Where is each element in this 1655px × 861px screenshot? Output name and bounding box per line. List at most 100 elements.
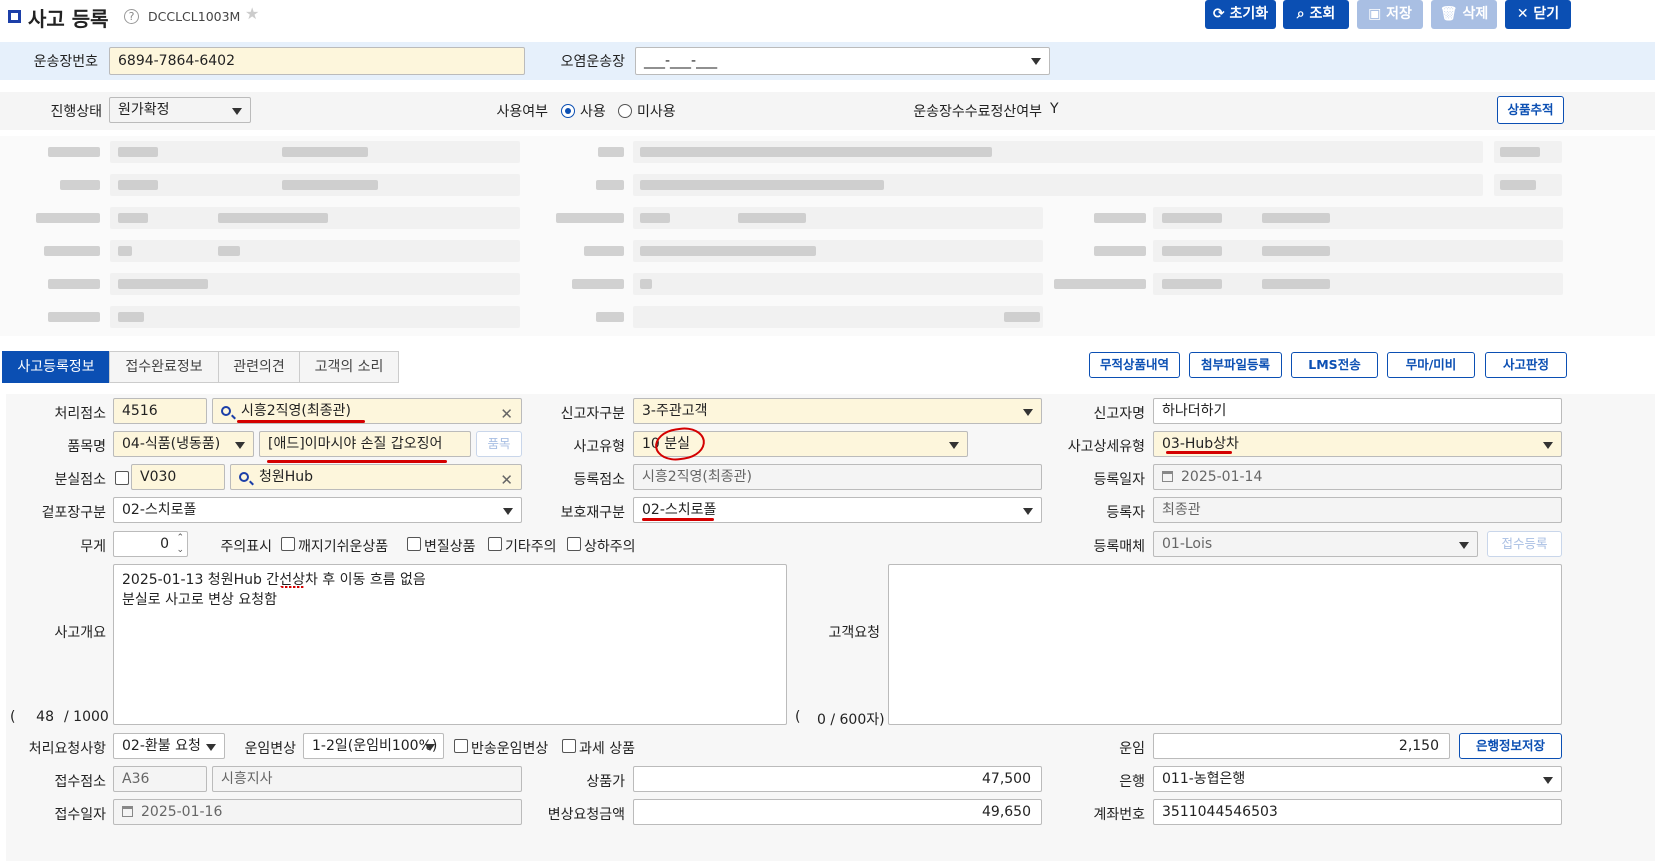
use-no-radio[interactable] <box>618 104 632 118</box>
lost-point-checkbox[interactable] <box>115 471 129 485</box>
item-lookup-button[interactable]: 품목 <box>476 431 522 457</box>
chevron-down-icon <box>503 508 513 515</box>
caution-updown-label: 상하주의 <box>584 539 636 555</box>
chevron-down-icon <box>1543 777 1553 784</box>
summary-count: 48 <box>36 709 54 725</box>
waybill-band: 운송장번호 6894-7864-6402 오염운송장 ___-___-___ <box>0 42 1655 80</box>
item-name-input[interactable]: [애드]이마시야 손질 갑오징어 <box>259 431 471 457</box>
close-icon: ✕ <box>1516 6 1529 22</box>
summary-count-open: ( <box>10 709 16 725</box>
page-title: 사고 등록 <box>28 7 109 31</box>
bank-select[interactable]: 011-농협은행 <box>1153 766 1562 792</box>
lms-send-button[interactable]: LMS전송 <box>1291 352 1378 378</box>
bank-label: 은행 <box>1119 774 1145 790</box>
caution-other-checkbox[interactable] <box>488 537 502 551</box>
proc-point-name: 시흥2직영(최종관) <box>241 403 351 419</box>
tab-customer-voice[interactable]: 고객의 소리 <box>299 351 399 383</box>
lost-point-name: 청원Hub <box>259 469 314 485</box>
account-input[interactable]: 3511044546503 <box>1153 799 1562 825</box>
status-band: 진행상태 원가확정 사용여부 사용 미사용 운송장수수료정산여부 Y 상품추적 <box>0 92 1655 130</box>
close-button[interactable]: ✕ 닫기 <box>1505 0 1571 29</box>
caution-updown-checkbox[interactable] <box>567 537 581 551</box>
caution-perishable-checkbox[interactable] <box>407 537 421 551</box>
search-label: 조회 <box>1309 6 1336 22</box>
reporter-name-input[interactable]: 하나더하기 <box>1153 398 1562 424</box>
refresh-icon: ⟳ <box>1212 6 1225 22</box>
weight-input[interactable]: 0 ⌃ ⌄ <box>113 531 188 557</box>
price-input[interactable]: 47,500 <box>633 766 1042 792</box>
summary-textarea[interactable]: 2025-01-13 청원Hub 간선상차 후 이동 흐름 없음 분실로 사고로… <box>113 564 787 725</box>
help-icon[interactable]: ? <box>124 9 139 24</box>
trash-icon: 🗑 <box>1439 6 1458 22</box>
fare-label: 운임 <box>1119 741 1145 757</box>
chevron-down-icon <box>1543 442 1553 449</box>
registrant-field: 최종관 <box>1153 497 1562 523</box>
return-fare-checkbox[interactable] <box>454 739 468 753</box>
tab-accident-info[interactable]: 사고등록정보 <box>2 351 110 383</box>
search-button[interactable]: ⌕ 조회 <box>1283 0 1349 29</box>
search-icon: ⌕ <box>1296 6 1305 22</box>
lost-point-code-input[interactable]: V030 <box>131 464 225 490</box>
caution-fragile-checkbox[interactable] <box>281 537 295 551</box>
proc-request-select[interactable]: 02-환불 요청 <box>113 733 225 759</box>
fare-input[interactable]: 2,150 <box>1153 733 1450 759</box>
claim-amount-input[interactable]: 49,650 <box>633 799 1042 825</box>
mark-missing-button[interactable]: 무마/미비 <box>1387 352 1475 378</box>
save-button[interactable]: ▣ 저장 <box>1357 0 1423 29</box>
accident-judge-button[interactable]: 사고판정 <box>1485 352 1567 378</box>
tab-receipt-complete[interactable]: 접수완료정보 <box>109 351 219 383</box>
proc-point-label: 처리점소 <box>54 406 106 422</box>
receive-register-button[interactable]: 접수등록 <box>1487 531 1562 557</box>
waybill-input[interactable]: 6894-7864-6402 <box>109 47 525 75</box>
protect-value: 02-스치로폴 <box>642 502 717 518</box>
accident-detail-value: 03-Hub상차 <box>1162 436 1239 452</box>
reset-button[interactable]: ⟳ 초기화 <box>1205 0 1276 29</box>
use-yes-radio[interactable] <box>561 104 575 118</box>
request-count-open: ( <box>795 709 801 725</box>
track-button[interactable]: 상품추적 <box>1497 96 1564 124</box>
reg-date-field: 2025-01-14 <box>1153 464 1562 490</box>
progress-label: 진행상태 <box>50 104 102 120</box>
polluted-waybill-value: ___-___-___ <box>644 53 718 69</box>
progress-select[interactable]: 원가확정 <box>109 97 251 123</box>
progress-value: 원가확정 <box>118 102 170 118</box>
outer-pack-select[interactable]: 02-스치로폴 <box>113 497 522 523</box>
close-label: 닫기 <box>1533 6 1560 22</box>
fare-change-select[interactable]: 1-2일(운임비100%) <box>303 733 444 759</box>
clear-icon[interactable]: ✕ <box>500 468 513 489</box>
request-textarea[interactable] <box>888 564 1562 725</box>
delete-button[interactable]: 🗑 삭제 <box>1431 0 1497 29</box>
item-category-select[interactable]: 04-식품(냉동품) <box>113 431 254 457</box>
reporter-type-value: 3-주관고객 <box>642 403 708 419</box>
delete-label: 삭제 <box>1462 6 1489 22</box>
chevron-down-icon <box>1023 409 1033 416</box>
red-underline-annotation <box>642 518 714 521</box>
proc-request-label: 처리요청사항 <box>28 741 106 757</box>
recv-date-label: 접수일자 <box>54 807 106 823</box>
reporter-type-select[interactable]: 3-주관고객 <box>633 398 1042 424</box>
chevron-down-icon <box>425 744 435 751</box>
media-select[interactable]: 01-Lois <box>1153 531 1478 557</box>
item-category-value: 04-식품(냉동품) <box>122 436 221 452</box>
chevron-down-icon <box>1459 542 1469 549</box>
reset-label: 초기화 <box>1229 6 1269 22</box>
favorite-star-icon[interactable]: ★ <box>245 4 259 23</box>
chevron-down-icon <box>232 108 242 115</box>
no-waybill-items-button[interactable]: 무적상품내역 <box>1089 352 1180 378</box>
stepper-icon[interactable]: ⌃ ⌄ <box>176 532 184 556</box>
protect-label: 보호재구분 <box>560 505 625 521</box>
taxable-checkbox[interactable] <box>562 739 576 753</box>
request-label: 고객요청 <box>828 625 880 641</box>
chevron-down-icon <box>949 442 959 449</box>
bank-info-save-button[interactable]: 은행정보저장 <box>1459 733 1562 759</box>
attach-file-button[interactable]: 첨부파일등록 <box>1189 352 1282 378</box>
outer-pack-value: 02-스치로폴 <box>122 502 197 518</box>
clear-icon[interactable]: ✕ <box>500 402 513 423</box>
lost-point-name-input[interactable]: 청원Hub ✕ <box>230 464 522 490</box>
fare-change-label: 운임변상 <box>244 741 296 757</box>
tab-related-opinion[interactable]: 관련의견 <box>218 351 300 383</box>
polluted-waybill-select[interactable]: ___-___-___ <box>635 47 1050 75</box>
red-underline-annotation <box>1166 451 1232 454</box>
summary-max: / 1000 <box>64 709 109 725</box>
proc-point-code-input[interactable]: 4516 <box>113 398 207 424</box>
